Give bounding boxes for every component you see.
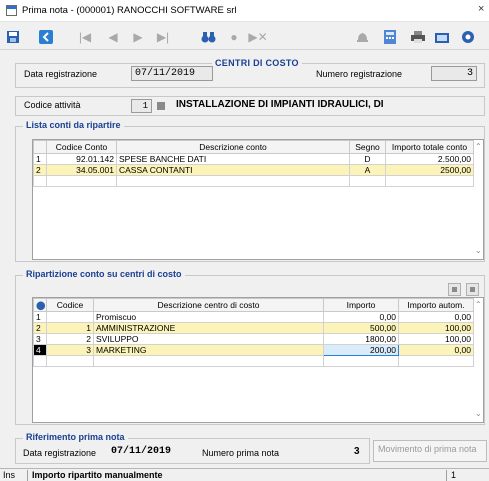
accounts-grid[interactable]: Codice Conto Descrizione conto Segno Imp… [32, 139, 484, 260]
scroll-down-icon[interactable]: ⌄ [475, 246, 482, 255]
auto-amount-cell[interactable]: 0,00 [398, 344, 474, 356]
reference-section-title: Riferimento prima nota [23, 432, 128, 442]
date-field[interactable]: 07/11/2019 [131, 66, 213, 81]
col-header-total-amount[interactable]: Importo totale conto [385, 140, 474, 154]
registration-number-field[interactable]: 3 [431, 66, 477, 81]
activity-label: Codice attività [24, 100, 81, 110]
auto-amount-cell[interactable]: 100,00 [398, 333, 474, 345]
export-icon[interactable] [434, 29, 450, 45]
auto-amount-cell[interactable]: 100,00 [398, 322, 474, 334]
app-icon [6, 5, 17, 16]
allocation-action-button-1[interactable] [448, 283, 461, 296]
allocation-action-button-2[interactable] [466, 283, 479, 296]
col-header-center-description[interactable]: Descrizione centro di costo [93, 298, 324, 312]
table-row[interactable]: 4 3 MARKETING 200,00 0,00 [33, 344, 474, 356]
col-header-center-code[interactable]: Codice [46, 298, 94, 312]
first-icon[interactable]: |◀ [77, 29, 93, 45]
window-title: Prima nota - (000001) RANOCCHI SOFTWARE … [22, 5, 237, 16]
center-description-cell[interactable]: AMMINISTRAZIONE [93, 322, 324, 334]
save-icon[interactable] [5, 29, 21, 45]
table-row[interactable]: 1 Promiscuo 0,00 0,00 [33, 311, 474, 323]
row-index: 2 [33, 164, 47, 176]
title-bar: Prima nota - (000001) RANOCCHI SOFTWARE … [0, 0, 489, 22]
scroll-down-icon[interactable]: ⌄ [475, 409, 482, 418]
reference-date-label: Data registrazione [23, 448, 97, 458]
table-row[interactable]: 2 1 AMMINISTRAZIONE 500,00 100,00 [33, 322, 474, 334]
row-index: 4 [33, 344, 47, 356]
close-button[interactable]: × [478, 3, 484, 15]
amount-cell[interactable]: 0,00 [323, 311, 399, 323]
scroll-up-icon[interactable]: ⌃ [475, 142, 482, 151]
amount-cell[interactable]: 2.500,00 [385, 153, 474, 165]
status-mode: Ins [0, 470, 28, 481]
table-row[interactable] [33, 355, 474, 367]
account-code-cell[interactable]: 34.05.001 [46, 164, 117, 176]
binoculars-icon[interactable]: ⬤ [36, 300, 46, 310]
col-header-auto-amount[interactable]: Importo autom. [398, 298, 474, 312]
row-index: 1 [33, 153, 47, 165]
col-header-account-code[interactable]: Codice Conto [46, 140, 117, 154]
journal-movement-button[interactable]: Movimento di prima nota [373, 440, 487, 462]
activity-description: INSTALLAZIONE DI IMPIANTI IDRAULICI, DI [176, 99, 384, 110]
scroll-up-icon[interactable]: ⌃ [475, 300, 482, 309]
activity-lookup-icon[interactable] [157, 102, 165, 110]
circle-icon[interactable]: ● [226, 29, 242, 45]
amount-cell[interactable]: 1800,00 [323, 333, 399, 345]
date-label: Data registrazione [24, 69, 98, 79]
col-header-amount[interactable]: Importo [323, 298, 399, 312]
account-description-cell[interactable]: CASSA CONTANTI [116, 164, 350, 176]
back-icon[interactable] [38, 29, 54, 45]
table-row[interactable]: 2 34.05.001 CASSA CONTANTI A 2500,00 [33, 164, 474, 176]
calculator-icon[interactable] [382, 29, 398, 45]
center-description-cell[interactable]: MARKETING [93, 344, 324, 356]
row-index: 2 [33, 322, 47, 334]
last-icon[interactable]: ▶| [155, 29, 171, 45]
skip-icon[interactable]: ▶✕ [248, 29, 267, 45]
auto-amount-cell[interactable]: 0,00 [398, 311, 474, 323]
center-code-cell[interactable]: 3 [46, 344, 94, 356]
col-header-account-description[interactable]: Descrizione conto [116, 140, 350, 154]
binoculars-icon[interactable] [200, 29, 216, 45]
center-code-cell[interactable]: 1 [46, 322, 94, 334]
print-icon[interactable] [410, 29, 426, 45]
reference-number-label: Numero prima nota [202, 448, 280, 458]
toolbar: |◀ ◀ ▶ ▶| ● ▶✕ [0, 24, 489, 50]
col-header-sign[interactable]: Segno [349, 140, 386, 154]
table-row[interactable]: 1 92.01.142 SPESE BANCHE DATI D 2.500,00 [33, 153, 474, 165]
reference-date-value: 07/11/2019 [111, 446, 172, 457]
sign-cell[interactable]: A [349, 164, 386, 176]
table-row[interactable] [33, 175, 474, 187]
table-row[interactable]: 3 2 SVILUPPO 1800,00 100,00 [33, 333, 474, 345]
col-header-index: ⬤ [33, 298, 47, 312]
amount-cell-active[interactable]: 200,00 [323, 344, 399, 356]
amount-cell[interactable]: 2500,00 [385, 164, 474, 176]
allocation-grid[interactable]: ⬤ Codice Descrizione centro di costo Imp… [32, 297, 484, 423]
registration-number-label: Numero registrazione [316, 69, 403, 79]
status-bar: Ins Importo ripartito manualmente 1 [0, 468, 489, 481]
next-icon[interactable]: ▶ [130, 29, 146, 45]
status-message: Importo ripartito manualmente [29, 470, 447, 481]
extra-icon[interactable] [460, 29, 476, 45]
account-description-cell[interactable]: SPESE BANCHE DATI [116, 153, 350, 165]
form-title: CENTRI DI COSTO [212, 58, 302, 68]
allocation-section-title: Ripartizione conto su centri di costo [23, 269, 185, 279]
accounts-section-title: Lista conti da ripartire [23, 120, 124, 130]
sign-cell[interactable]: D [349, 153, 386, 165]
status-count: 1 [451, 470, 457, 480]
bell-icon[interactable] [354, 29, 370, 45]
center-description-cell[interactable]: SVILUPPO [93, 333, 324, 345]
reference-number-value: 3 [354, 446, 360, 457]
col-header-index [33, 140, 47, 154]
center-description-cell[interactable]: Promiscuo [93, 311, 324, 323]
account-code-cell[interactable]: 92.01.142 [46, 153, 117, 165]
row-index: 3 [33, 333, 47, 345]
center-code-cell[interactable] [46, 311, 94, 323]
activity-code-field[interactable]: 1 [131, 99, 152, 113]
prev-icon[interactable]: ◀ [105, 29, 121, 45]
amount-cell[interactable]: 500,00 [323, 322, 399, 334]
row-index: 1 [33, 311, 47, 323]
center-code-cell[interactable]: 2 [46, 333, 94, 345]
